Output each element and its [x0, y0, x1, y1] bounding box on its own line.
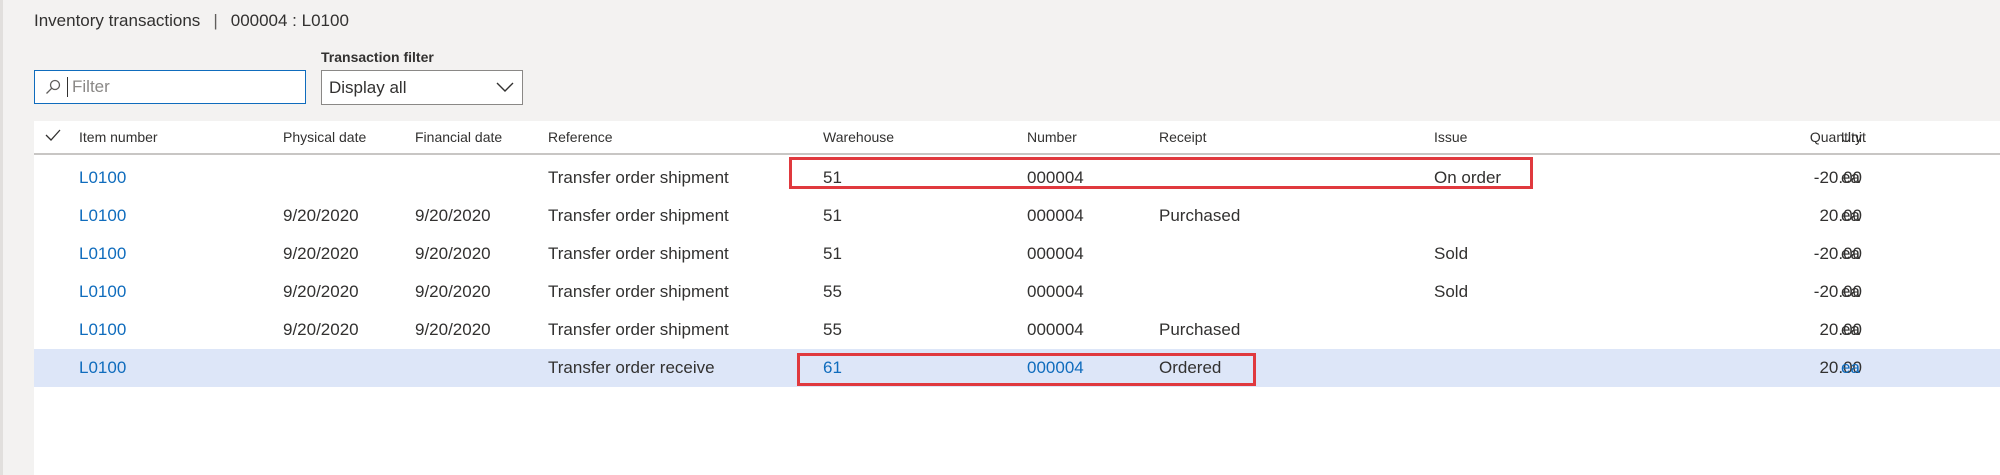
table-row[interactable]: L0100 9/20/2020 9/20/2020 Transfer order… [34, 311, 2000, 349]
record-caption: 000004 : L0100 [230, 11, 349, 30]
column-header-issue[interactable]: Issue [1434, 129, 1467, 145]
item-number-link[interactable]: L0100 [79, 168, 126, 188]
physical-date-cell: 9/20/2020 [283, 320, 359, 339]
reference-cell: Transfer order shipment [548, 206, 729, 225]
number-cell: 000004 [1027, 282, 1084, 301]
physical-date-cell: 9/20/2020 [283, 282, 359, 301]
financial-date-cell: 9/20/2020 [415, 244, 491, 263]
grid-header: Item number Physical date Financial date… [34, 121, 2000, 155]
number-cell: 000004 [1027, 320, 1084, 339]
quantity-cell: 20.00 [1819, 358, 1862, 377]
quantity-cell: -20.00 [1813, 282, 1862, 301]
table-row-selected[interactable]: L0100 Transfer order receive 61 000004 O… [34, 349, 2000, 387]
receipt-cell: Purchased [1159, 320, 1241, 339]
filter-box[interactable] [34, 70, 306, 104]
transaction-filter-select[interactable]: Display all [321, 70, 523, 105]
table-row[interactable]: L0100 Transfer order shipment 51 000004 … [34, 159, 2000, 197]
issue-cell: Sold [1434, 244, 1469, 263]
column-header-unit[interactable]: Unit [1841, 129, 1866, 145]
quantity-cell: 20.00 [1819, 320, 1862, 339]
warehouse-cell: 55 [823, 320, 842, 339]
column-header-number[interactable]: Number [1027, 129, 1077, 145]
financial-date-cell: 9/20/2020 [415, 282, 491, 301]
unit-cell: ea [1841, 206, 1860, 225]
search-icon [41, 75, 65, 99]
quantity-cell: 20.00 [1819, 206, 1862, 225]
table-row[interactable]: L0100 9/20/2020 9/20/2020 Transfer order… [34, 197, 2000, 235]
number-cell: 000004 [1027, 244, 1084, 263]
transaction-filter-value: Display all [329, 77, 407, 97]
reference-cell: Transfer order shipment [548, 282, 729, 301]
physical-date-cell: 9/20/2020 [283, 206, 359, 225]
page-header: Inventory transactions | 000004 : L0100 [34, 11, 349, 31]
column-header-item-number[interactable]: Item number [79, 129, 158, 145]
quantity-cell: -20.00 [1813, 168, 1862, 187]
column-header-reference[interactable]: Reference [548, 129, 613, 145]
column-header-receipt[interactable]: Receipt [1159, 129, 1206, 145]
warehouse-link[interactable]: 61 [823, 358, 842, 378]
financial-date-cell: 9/20/2020 [415, 206, 491, 225]
filter-input[interactable] [67, 77, 302, 97]
warehouse-cell: 51 [823, 168, 842, 187]
item-number-link[interactable]: L0100 [79, 320, 126, 340]
number-cell: 000004 [1027, 168, 1084, 187]
column-header-warehouse[interactable]: Warehouse [823, 129, 894, 145]
item-number-link[interactable]: L0100 [79, 282, 126, 302]
issue-cell: Sold [1434, 282, 1469, 301]
unit-cell: ea [1841, 282, 1860, 301]
item-number-link[interactable]: L0100 [79, 358, 126, 378]
chevron-down-icon [496, 78, 514, 98]
column-header-financial-date[interactable]: Financial date [415, 129, 502, 145]
transaction-filter-label: Transaction filter [321, 49, 434, 65]
page-title: Inventory transactions [34, 11, 201, 30]
left-edge [0, 0, 3, 475]
issue-cell: On order [1434, 168, 1502, 187]
unit-cell: ea [1841, 168, 1860, 187]
reference-cell: Transfer order receive [548, 358, 715, 377]
warehouse-cell: 51 [823, 244, 842, 263]
reference-cell: Transfer order shipment [548, 320, 729, 339]
column-header-quantity[interactable]: Quantity [1700, 129, 1862, 145]
warehouse-cell: 51 [823, 206, 842, 225]
unit-cell: ea [1841, 244, 1860, 263]
item-number-link[interactable]: L0100 [79, 244, 126, 264]
item-number-link[interactable]: L0100 [79, 206, 126, 226]
table-row[interactable]: L0100 9/20/2020 9/20/2020 Transfer order… [34, 273, 2000, 311]
header-separator: | [213, 11, 218, 30]
receipt-cell: Ordered [1159, 358, 1222, 377]
number-link[interactable]: 000004 [1027, 358, 1084, 378]
warehouse-cell: 55 [823, 282, 842, 301]
financial-date-cell: 9/20/2020 [415, 320, 491, 339]
reference-cell: Transfer order shipment [548, 168, 729, 187]
table-row[interactable]: L0100 9/20/2020 9/20/2020 Transfer order… [34, 235, 2000, 273]
transactions-grid: Item number Physical date Financial date… [34, 121, 2000, 475]
unit-cell: ea [1841, 320, 1860, 339]
reference-cell: Transfer order shipment [548, 244, 729, 263]
number-cell: 000004 [1027, 206, 1084, 225]
select-all-checkmark-icon[interactable] [45, 128, 61, 145]
column-header-physical-date[interactable]: Physical date [283, 129, 366, 145]
unit-link[interactable]: ea [1841, 358, 1860, 378]
receipt-cell: Purchased [1159, 206, 1241, 225]
physical-date-cell: 9/20/2020 [283, 244, 359, 263]
quantity-cell: -20.00 [1813, 244, 1862, 263]
